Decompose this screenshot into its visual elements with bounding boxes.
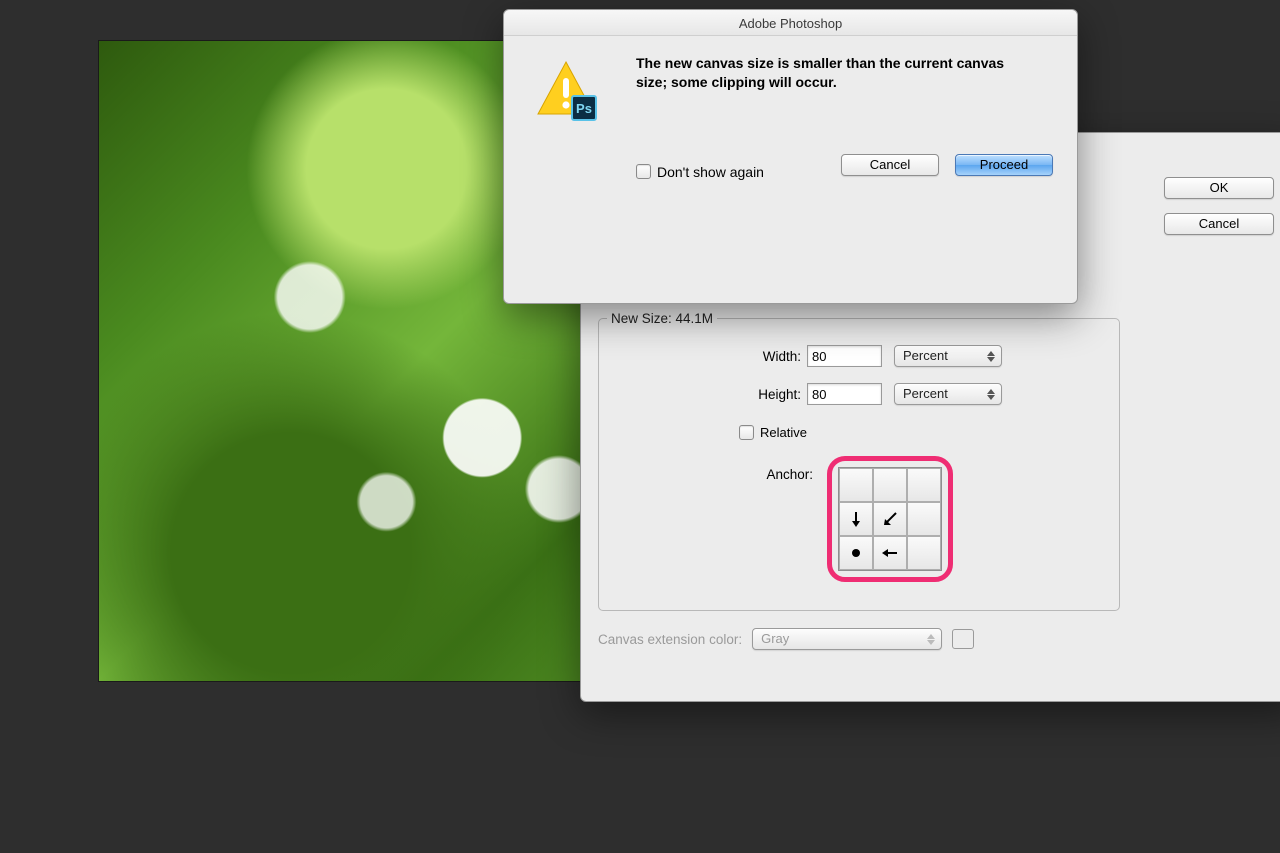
extension-color-swatch[interactable] [952, 629, 974, 649]
anchor-cell-mc[interactable] [873, 502, 907, 536]
anchor-cell-tc[interactable] [873, 468, 907, 502]
height-input[interactable] [807, 383, 882, 405]
alert-cancel-button[interactable]: Cancel [841, 154, 939, 176]
clipping-alert-dialog: Adobe Photoshop Ps The new canvas size i… [503, 9, 1078, 304]
arrow-down-icon [847, 510, 865, 528]
extension-color-select[interactable]: Gray [752, 628, 942, 650]
anchor-cell-bc[interactable] [873, 536, 907, 570]
anchor-cell-tr[interactable] [907, 468, 941, 502]
anchor-dot-icon [849, 546, 863, 560]
height-unit-select[interactable]: Percent [894, 383, 1002, 405]
anchor-cell-bl[interactable] [839, 536, 873, 570]
relative-checkbox[interactable] [739, 425, 754, 440]
alert-proceed-button[interactable]: Proceed [955, 154, 1053, 176]
relative-label: Relative [760, 425, 807, 440]
extension-color-value: Gray [761, 631, 789, 646]
width-input[interactable] [807, 345, 882, 367]
cancel-button[interactable]: Cancel [1164, 213, 1274, 235]
width-unit-select[interactable]: Percent [894, 345, 1002, 367]
anchor-cell-ml[interactable] [839, 502, 873, 536]
width-unit-value: Percent [903, 348, 948, 363]
anchor-highlight [827, 456, 953, 582]
anchor-cell-br[interactable] [907, 536, 941, 570]
svg-text:Ps: Ps [576, 101, 592, 116]
stepper-icon [983, 385, 999, 403]
alert-title: Adobe Photoshop [504, 10, 1077, 36]
arrow-down-left-icon [881, 510, 899, 528]
new-size-legend: New Size: 44.1M [607, 311, 717, 326]
dont-show-again-checkbox[interactable] [636, 164, 651, 179]
height-label: Height: [599, 387, 807, 402]
anchor-label: Anchor: [599, 467, 819, 482]
stepper-icon [923, 630, 939, 648]
anchor-grid[interactable] [838, 467, 942, 571]
anchor-cell-mr[interactable] [907, 502, 941, 536]
dont-show-again-label: Don't show again [657, 164, 764, 180]
extension-color-label: Canvas extension color: [598, 632, 742, 647]
new-size-fieldset: New Size: 44.1M Width: Percent Height: P… [598, 311, 1120, 611]
anchor-cell-tl[interactable] [839, 468, 873, 502]
alert-message: The new canvas size is smaller than the … [636, 54, 1036, 92]
ok-button[interactable]: OK [1164, 177, 1274, 199]
warning-icon: Ps [534, 58, 598, 122]
height-unit-value: Percent [903, 386, 948, 401]
stepper-icon [983, 347, 999, 365]
arrow-left-icon [881, 544, 899, 562]
width-label: Width: [599, 349, 807, 364]
